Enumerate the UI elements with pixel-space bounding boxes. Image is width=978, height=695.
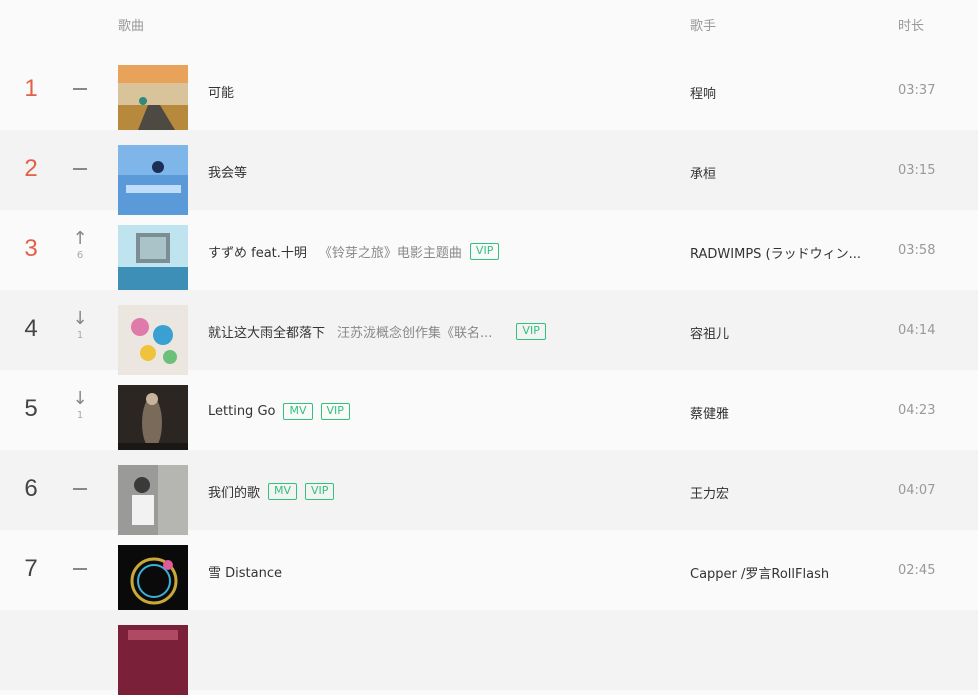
trend-same-icon	[73, 568, 87, 570]
singer-name[interactable]: Capper /罗言RollFlash	[690, 563, 829, 582]
singer-name[interactable]: 承桓	[690, 163, 716, 182]
rank-number: 2	[24, 155, 38, 182]
trend-indicator	[62, 148, 98, 194]
rank-number: 7	[24, 555, 38, 582]
trend-indicator	[62, 548, 98, 594]
song-title[interactable]: 就让这大雨全都落下	[208, 322, 325, 341]
song-title[interactable]: 雪 Distance	[208, 562, 282, 581]
song-row[interactable]: 3 ↑ 6 すずめ feat.十明 《铃芽之旅》电影主题曲 VIP RADWIM…	[0, 210, 978, 295]
trend-indicator	[62, 68, 98, 114]
vip-tag: VIP	[469, 242, 500, 260]
song-title[interactable]: Letting Go	[208, 404, 275, 419]
song-row[interactable]	[0, 610, 978, 695]
trend-same-icon	[73, 488, 87, 490]
vip-tag: VIP	[305, 482, 335, 500]
song-row[interactable]: 1 可能 程响 03:37	[0, 50, 978, 135]
trend-change: 6	[76, 250, 84, 261]
song-duration: 04:14	[898, 323, 936, 338]
vip-tag: VIP	[320, 402, 350, 420]
table-header: 歌曲 歌手 时长	[0, 0, 978, 48]
song-title[interactable]: 我们的歌	[208, 482, 260, 501]
rank-number: 3	[24, 235, 38, 262]
album-cover[interactable]	[118, 465, 188, 535]
song-duration: 04:07	[898, 483, 936, 498]
singer-name[interactable]: 王力宏	[690, 483, 729, 502]
vip-tag: VIP	[516, 322, 546, 340]
song-info: 可能	[208, 81, 234, 101]
mv-tag[interactable]: MV	[283, 402, 313, 420]
song-subtitle: 《铃芽之旅》电影主题曲	[318, 245, 462, 261]
album-cover[interactable]	[118, 65, 188, 135]
song-title[interactable]: 我会等	[208, 162, 247, 181]
header-singer: 歌手	[690, 19, 717, 34]
song-info: すずめ feat.十明 《铃芽之旅》电影主题曲 VIP	[208, 241, 500, 261]
header-song: 歌曲	[118, 19, 145, 34]
song-duration: 03:37	[898, 83, 936, 98]
song-title[interactable]: すずめ feat.十明	[208, 242, 307, 261]
rank-number: 5	[24, 395, 38, 422]
song-row[interactable]: 5 ↓ 1 Letting Go MV VIP 蔡健雅 04:23	[0, 370, 978, 455]
album-cover[interactable]	[118, 305, 188, 375]
song-duration: 03:58	[898, 243, 936, 258]
album-cover[interactable]	[118, 385, 188, 455]
song-duration: 02:45	[898, 563, 936, 578]
mv-tag[interactable]: MV	[268, 482, 298, 500]
song-row[interactable]: 7 雪 Distance Capper /罗言RollFlash 02:45	[0, 530, 978, 615]
song-duration: 04:23	[898, 403, 936, 418]
arrow-down-icon: ↓	[72, 388, 88, 409]
trend-same-icon	[73, 168, 87, 170]
trend-change: 1	[76, 330, 84, 341]
trend-indicator: ↑ 6	[62, 228, 98, 274]
song-info: 就让这大雨全都落下 汪苏泷概念创作集《联名... VIP	[208, 321, 546, 341]
album-cover[interactable]	[118, 145, 188, 215]
song-info: 我会等	[208, 161, 247, 181]
song-title[interactable]: 可能	[208, 82, 234, 101]
singer-name[interactable]: RADWIMPS (ラッドウィン...	[690, 243, 861, 262]
trend-same-icon	[73, 88, 87, 90]
song-row[interactable]: 2 我会等 承桓 03:15	[0, 130, 978, 215]
song-row[interactable]: 4 ↓ 1 就让这大雨全都落下 汪苏泷概念创作集《联名... VIP 容祖儿 0…	[0, 290, 978, 375]
arrow-down-icon: ↓	[72, 308, 88, 329]
rank-number: 6	[24, 475, 38, 502]
song-info: 我们的歌 MV VIP	[208, 481, 335, 501]
song-subtitle: 汪苏泷概念创作集《联名...	[337, 325, 493, 341]
song-row[interactable]: 6 我们的歌 MV VIP 王力宏 04:07	[0, 450, 978, 535]
album-cover[interactable]	[118, 625, 188, 695]
singer-name[interactable]: 容祖儿	[690, 323, 729, 342]
trend-indicator	[62, 468, 98, 514]
singer-name[interactable]: 蔡健雅	[690, 403, 729, 422]
album-cover[interactable]	[118, 545, 188, 615]
trend-indicator: ↓ 1	[62, 308, 98, 354]
trend-indicator: ↓ 1	[62, 388, 98, 434]
rank-number: 1	[24, 75, 38, 102]
album-cover[interactable]	[118, 225, 188, 295]
song-duration: 03:15	[898, 163, 936, 178]
singer-name[interactable]: 程响	[690, 83, 716, 102]
header-duration: 时长	[898, 19, 925, 34]
trend-change: 1	[76, 410, 84, 421]
song-info: 雪 Distance	[208, 561, 282, 581]
song-info: Letting Go MV VIP	[208, 401, 350, 421]
rank-number: 4	[24, 315, 38, 342]
arrow-up-icon: ↑	[72, 228, 88, 249]
